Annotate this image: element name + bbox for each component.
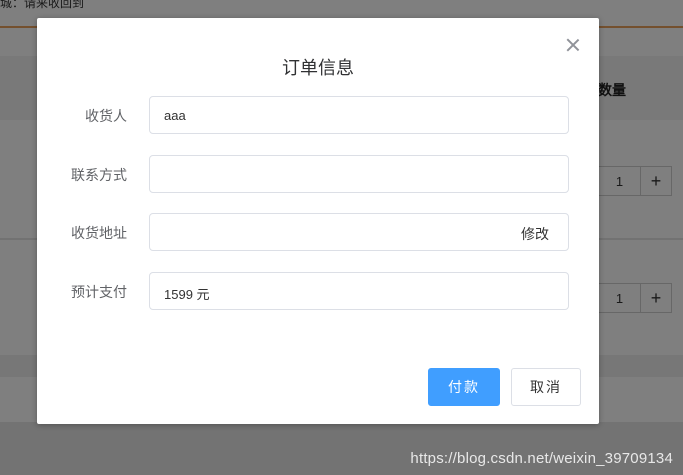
cancel-button[interactable]: 取消 bbox=[511, 368, 581, 406]
recipient-label: 收货人 bbox=[85, 108, 127, 124]
form-item-contact: 联系方式 bbox=[37, 155, 599, 193]
recipient-input[interactable]: aaa bbox=[149, 96, 569, 134]
pay-button[interactable]: 付款 bbox=[428, 368, 500, 406]
recipient-value: aaa bbox=[164, 108, 186, 123]
payment-input[interactable]: 1599 元 bbox=[149, 272, 569, 310]
address-label: 收货地址 bbox=[71, 225, 127, 241]
close-icon[interactable] bbox=[566, 38, 580, 52]
contact-label: 联系方式 bbox=[71, 167, 127, 183]
form-item-payment: 预计支付 1599 元 bbox=[37, 272, 599, 310]
watermark-url: https://blog.csdn.net/weixin_39709134 bbox=[410, 450, 673, 467]
order-info-dialog: 订单信息 收货人 aaa 联系方式 收货地址 修改 预计支付 1599 元 付款… bbox=[37, 18, 599, 424]
address-input[interactable]: 修改 bbox=[149, 213, 569, 251]
form-item-address: 收货地址 修改 bbox=[37, 213, 599, 251]
form-item-recipient: 收货人 aaa bbox=[37, 96, 599, 134]
payment-value: 1599 元 bbox=[164, 287, 210, 302]
payment-label: 预计支付 bbox=[71, 284, 127, 300]
modify-address-link[interactable]: 修改 bbox=[521, 224, 549, 244]
dialog-title: 订单信息 bbox=[282, 58, 354, 78]
contact-input[interactable] bbox=[149, 155, 569, 193]
